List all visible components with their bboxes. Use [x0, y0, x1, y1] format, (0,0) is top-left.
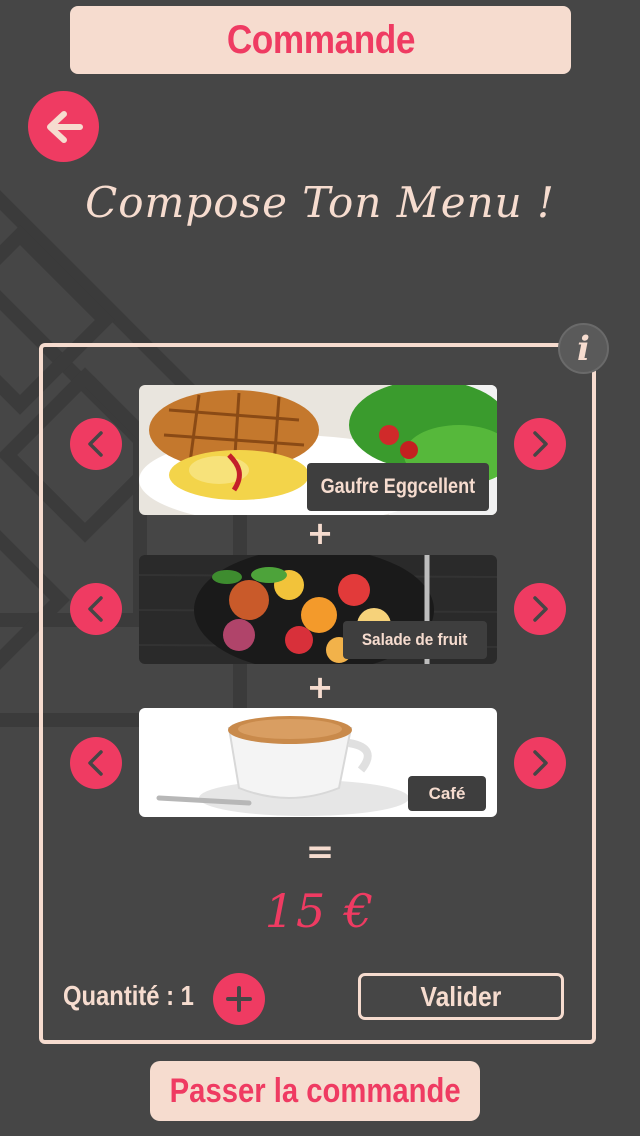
chevron-left-icon — [88, 750, 103, 776]
prev-drink-button[interactable] — [70, 737, 122, 789]
validate-button-label: Valider — [420, 980, 502, 1012]
next-main-button[interactable] — [514, 418, 566, 470]
next-dessert-button[interactable] — [514, 583, 566, 635]
header-bar: Commande — [70, 6, 571, 74]
back-button[interactable] — [28, 91, 99, 162]
dessert-label: Salade de fruit — [343, 621, 487, 659]
plus-sign: + — [306, 514, 334, 552]
plus-icon — [226, 986, 252, 1012]
next-drink-button[interactable] — [514, 737, 566, 789]
prev-main-button[interactable] — [70, 418, 122, 470]
chevron-left-icon — [88, 431, 103, 457]
back-arrow-icon — [46, 110, 83, 143]
chevron-right-icon — [533, 431, 548, 457]
increase-quantity-button[interactable] — [213, 973, 265, 1025]
main-dish-label: Gaufre Eggcellent — [307, 463, 489, 511]
info-button[interactable]: i — [558, 323, 609, 374]
validate-button[interactable]: Valider — [358, 973, 564, 1020]
chevron-right-icon — [533, 596, 548, 622]
place-order-button[interactable]: Passer la commande — [150, 1061, 480, 1121]
info-icon: i — [577, 328, 590, 369]
drink-card[interactable]: Café — [139, 708, 497, 817]
place-order-label: Passer la commande — [169, 1071, 461, 1110]
dessert-card[interactable]: Salade de fruit — [139, 555, 497, 664]
chevron-left-icon — [88, 596, 103, 622]
page-title: Commande — [226, 17, 415, 62]
menu-subtitle: Compose Ton Menu ! — [85, 178, 555, 227]
equals-sign: = — [305, 832, 335, 872]
drink-label: Café — [408, 776, 486, 811]
main-dish-card[interactable]: Gaufre Eggcellent — [139, 385, 497, 515]
plus-sign: + — [306, 668, 334, 706]
chevron-right-icon — [533, 750, 548, 776]
total-price: 15 € — [264, 884, 376, 938]
prev-dessert-button[interactable] — [70, 583, 122, 635]
quantity-label: Quantité : 1 — [63, 980, 194, 1011]
